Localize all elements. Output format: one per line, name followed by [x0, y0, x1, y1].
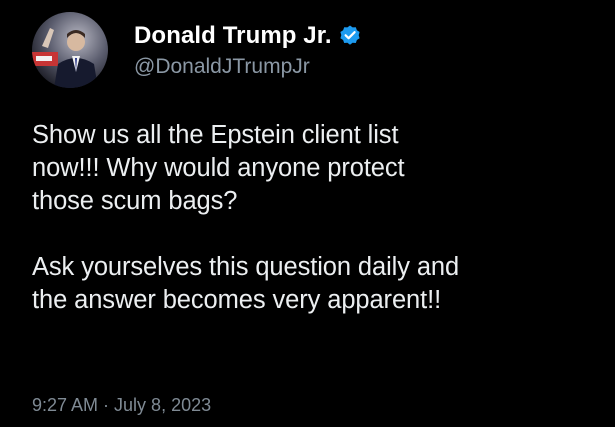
display-name-row: Donald Trump Jr.	[134, 21, 362, 51]
timestamp-separator: ·	[103, 395, 110, 415]
tweet-card: Donald Trump Jr. @DonaldJTrumpJr Show us…	[0, 0, 615, 427]
verified-badge-icon	[338, 24, 362, 48]
tweet-timestamp[interactable]: 9:27 AM · July 8, 2023	[32, 395, 211, 416]
tweet-text: Show us all the Epstein client list now!…	[32, 119, 592, 317]
tweet-paragraph-2: Ask yourselves this question daily and t…	[32, 253, 460, 314]
avatar-image	[32, 12, 108, 88]
display-name[interactable]: Donald Trump Jr.	[134, 22, 332, 50]
author-names: Donald Trump Jr. @DonaldJTrumpJr	[134, 21, 362, 79]
tweet-time: 9:27 AM	[32, 395, 99, 415]
profile-avatar[interactable]	[32, 12, 108, 88]
author-handle[interactable]: @DonaldJTrumpJr	[134, 55, 362, 79]
tweet-header: Donald Trump Jr. @DonaldJTrumpJr	[32, 12, 362, 88]
tweet-date: July 8, 2023	[114, 395, 212, 415]
tweet-paragraph-1: Show us all the Epstein client list now!…	[32, 121, 405, 215]
